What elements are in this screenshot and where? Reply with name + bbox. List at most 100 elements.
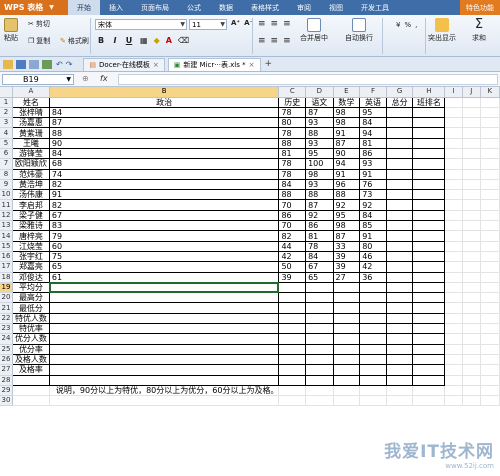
cell[interactable] — [305, 354, 334, 366]
cell[interactable] — [462, 333, 481, 345]
cell[interactable] — [412, 292, 446, 304]
cell[interactable] — [11, 375, 50, 386]
cell[interactable]: 梁雅诗 — [11, 220, 50, 232]
cell[interactable] — [359, 313, 387, 325]
cell[interactable]: 98 — [333, 117, 361, 129]
cell[interactable] — [444, 395, 463, 407]
cell[interactable]: 65 — [49, 261, 280, 273]
cell[interactable] — [386, 117, 414, 129]
cell[interactable] — [386, 344, 414, 355]
cell[interactable]: 93 — [305, 138, 334, 149]
row-header[interactable]: 5 — [0, 138, 14, 149]
cell[interactable] — [444, 97, 463, 108]
cell[interactable] — [49, 302, 280, 314]
row-header[interactable]: 14 — [0, 230, 14, 242]
cell[interactable]: 82 — [278, 230, 307, 242]
column-header[interactable]: H — [412, 87, 446, 98]
cell[interactable]: 80 — [278, 117, 307, 129]
cell[interactable] — [444, 220, 463, 232]
cell[interactable]: 79 — [49, 230, 280, 242]
cell[interactable]: 27 — [333, 272, 361, 283]
document-tab[interactable]: ▣ 新建 Micr···表.xls * × — [167, 57, 261, 71]
menu-item[interactable]: 插入 — [100, 0, 132, 15]
cell[interactable]: 江烧莹 — [11, 241, 50, 252]
cell[interactable]: 95 — [333, 210, 361, 222]
font-color-tools[interactable]: ▦ ◆ A ⌫ — [140, 36, 189, 45]
cell[interactable]: 91 — [333, 169, 361, 180]
cell[interactable] — [386, 241, 414, 252]
cell[interactable] — [480, 272, 500, 283]
select-all-corner[interactable] — [0, 87, 14, 98]
cell[interactable] — [49, 364, 280, 376]
cell[interactable]: 82 — [49, 199, 280, 211]
cell[interactable] — [462, 158, 481, 170]
row-header[interactable]: 26 — [0, 354, 14, 366]
cell[interactable] — [386, 354, 414, 366]
cell[interactable] — [386, 375, 414, 386]
cell[interactable] — [480, 138, 500, 149]
cell[interactable] — [444, 189, 463, 201]
cell[interactable]: 80 — [359, 241, 387, 252]
cell[interactable]: 87 — [333, 138, 361, 149]
cell[interactable] — [278, 313, 307, 325]
cell[interactable] — [412, 179, 446, 191]
cell[interactable] — [359, 323, 387, 335]
cell[interactable]: 姓名 — [11, 97, 50, 108]
row-header[interactable]: 1 — [0, 97, 14, 108]
cell[interactable]: 游锋莹 — [11, 148, 50, 160]
row-header[interactable]: 17 — [0, 261, 14, 273]
cell[interactable] — [462, 189, 481, 201]
cell[interactable] — [359, 354, 387, 366]
row-header[interactable]: 7 — [0, 158, 14, 170]
menu-item[interactable]: 开始 — [68, 0, 100, 15]
cell[interactable]: 汤伟康 — [11, 189, 50, 201]
cell[interactable] — [333, 344, 361, 355]
cell[interactable] — [386, 220, 414, 232]
cell[interactable]: 78 — [305, 241, 334, 252]
font-grow-shrink[interactable]: A⁺ A⁻ — [231, 19, 253, 27]
cell[interactable] — [278, 292, 307, 304]
cell[interactable] — [412, 344, 446, 355]
cell[interactable]: 46 — [359, 251, 387, 263]
cell[interactable] — [12, 395, 50, 407]
font-name-select[interactable]: 宋体 ▼ — [95, 19, 187, 30]
row-header[interactable]: 15 — [0, 241, 14, 252]
column-header[interactable]: A — [12, 87, 50, 98]
cell[interactable]: 历史 — [278, 97, 307, 108]
cell[interactable]: 93 — [359, 158, 387, 170]
cell[interactable] — [333, 302, 361, 314]
new-tab-icon[interactable]: + — [265, 59, 273, 69]
align-top-row[interactable]: ≡ ≡ ≡ — [258, 19, 291, 29]
cell[interactable] — [333, 364, 361, 376]
cell[interactable] — [480, 199, 500, 211]
cell[interactable] — [386, 148, 414, 160]
close-icon[interactable]: × — [153, 61, 159, 69]
cell[interactable]: 87 — [333, 230, 361, 242]
cell[interactable] — [444, 292, 463, 304]
cell[interactable] — [386, 395, 414, 407]
cell[interactable] — [412, 117, 446, 129]
cell-table[interactable]: A B C D E F G H I J K 1 姓名 政治 历史 语文 数学 英语 总分 班排名 2 张梓晴 84 78 87 9… — [0, 87, 500, 407]
cell[interactable] — [333, 375, 361, 386]
cell[interactable]: 85 — [359, 220, 387, 232]
cell[interactable] — [333, 282, 361, 294]
cell[interactable] — [305, 375, 334, 386]
cell[interactable]: 92 — [333, 199, 361, 211]
cell[interactable] — [305, 344, 334, 355]
cell[interactable]: 44 — [278, 241, 307, 252]
cell[interactable]: 91 — [333, 127, 361, 139]
font-size-select[interactable]: 11 ▼ — [189, 19, 227, 30]
menu-item[interactable]: 审阅 — [288, 0, 320, 15]
cell[interactable] — [359, 395, 387, 407]
cell[interactable]: 70 — [278, 220, 307, 232]
column-header[interactable]: K — [480, 87, 500, 98]
cell[interactable] — [412, 127, 446, 139]
column-header[interactable]: J — [462, 87, 481, 98]
zoom-icon[interactable]: ⊕ — [82, 74, 89, 83]
menu-item[interactable]: 公式 — [178, 0, 210, 15]
cell[interactable] — [462, 210, 481, 222]
cell[interactable] — [462, 292, 481, 304]
cell[interactable] — [386, 169, 414, 180]
cell[interactable] — [386, 364, 414, 376]
cell[interactable] — [386, 292, 414, 304]
